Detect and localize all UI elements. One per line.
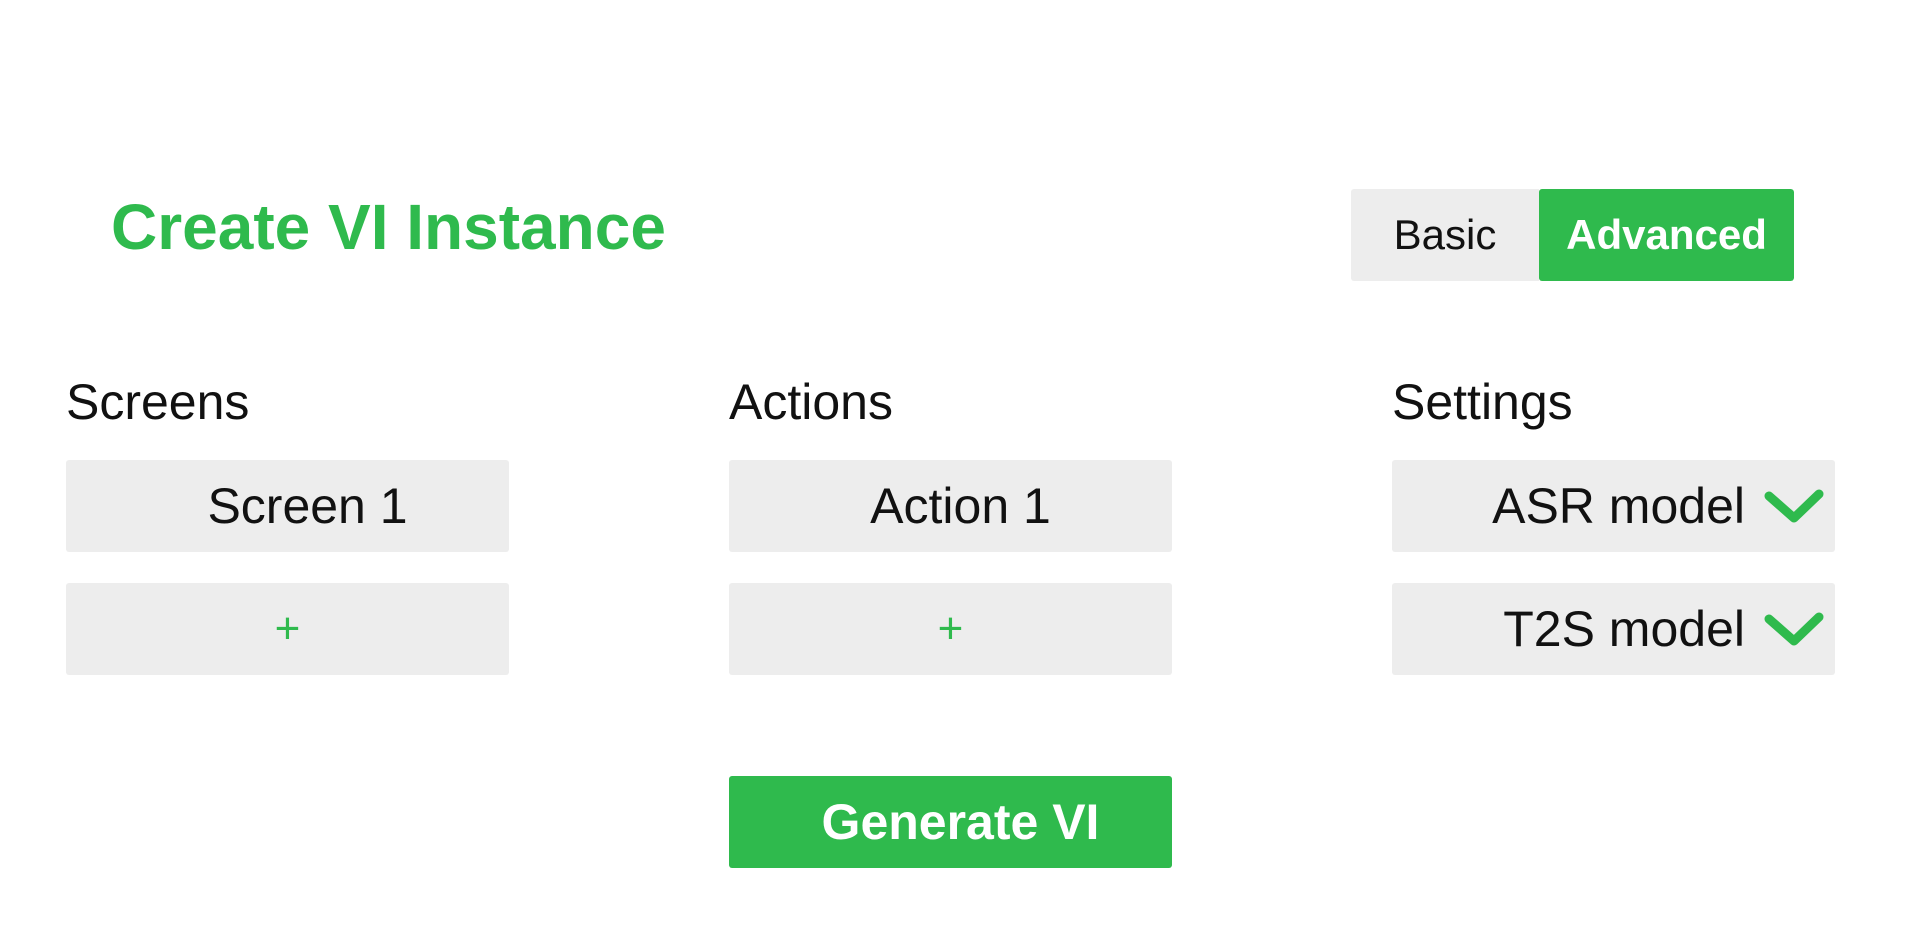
generate-vi-label: Generate VI	[821, 794, 1100, 850]
asr-model-label: ASR model	[1492, 478, 1745, 534]
chevron-down-icon	[1764, 489, 1824, 523]
mode-advanced-button[interactable]: Advanced	[1539, 189, 1794, 281]
t2s-model-select[interactable]: T2S model	[1392, 583, 1835, 675]
mode-toggle: Basic Advanced	[1351, 189, 1794, 281]
screen-item[interactable]: Screen 1	[66, 460, 509, 552]
plus-icon: +	[274, 604, 301, 653]
plus-icon: +	[937, 604, 964, 653]
generate-vi-button[interactable]: Generate VI	[729, 776, 1172, 868]
screens-heading: Screens	[66, 374, 250, 430]
add-action-button[interactable]: +	[729, 583, 1172, 675]
mode-basic-button[interactable]: Basic	[1351, 189, 1539, 281]
screen-item-label: Screen 1	[207, 478, 408, 534]
settings-heading: Settings	[1392, 374, 1573, 430]
t2s-model-label: T2S model	[1503, 601, 1745, 657]
action-item[interactable]: Action 1	[729, 460, 1172, 552]
action-item-label: Action 1	[870, 478, 1051, 534]
actions-heading: Actions	[729, 374, 893, 430]
add-screen-button[interactable]: +	[66, 583, 509, 675]
page-title: Create VI Instance	[111, 191, 666, 263]
asr-model-select[interactable]: ASR model	[1392, 460, 1835, 552]
chevron-down-icon	[1764, 612, 1824, 646]
